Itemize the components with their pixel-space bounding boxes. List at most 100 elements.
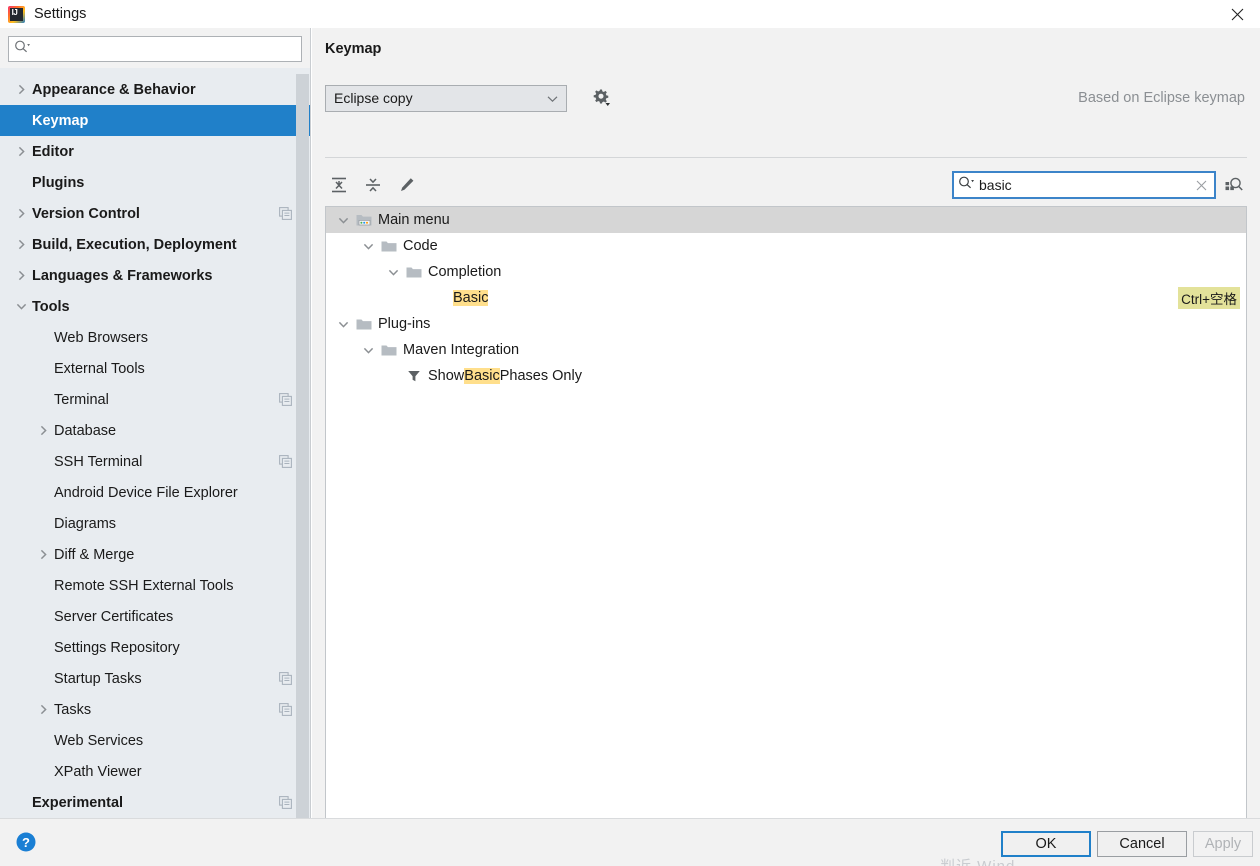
- ok-button[interactable]: OK: [1001, 831, 1091, 857]
- apply-button: Apply: [1193, 831, 1253, 857]
- window-title: Settings: [34, 6, 87, 22]
- chevron-down-icon[interactable]: [382, 267, 404, 278]
- sidebar-item-version-control[interactable]: Version Control: [0, 198, 310, 229]
- sidebar-item-label: SSH Terminal: [54, 453, 143, 470]
- sidebar-item-label: Appearance & Behavior: [32, 81, 196, 98]
- find-by-shortcut-icon[interactable]: [1221, 172, 1247, 198]
- sidebar-item-label: Database: [54, 422, 117, 439]
- keymap-toolbar: [325, 168, 1247, 202]
- sidebar-item-label: Diff & Merge: [54, 546, 135, 563]
- chevron-down-icon[interactable]: [357, 241, 379, 252]
- tree-row[interactable]: Plug-ins: [326, 311, 1246, 337]
- sidebar-item-external-tools[interactable]: External Tools: [0, 353, 310, 384]
- chevron-right-icon[interactable]: [10, 84, 32, 95]
- sidebar-item-appearance-behavior[interactable]: Appearance & Behavior: [0, 74, 310, 105]
- keymap-tree: Main menu Code Completion Basic Ctrl+空格 Plug-…: [325, 206, 1247, 836]
- main-menu-icon: [354, 213, 374, 227]
- sidebar-item-startup-tasks[interactable]: Startup Tasks: [0, 663, 310, 694]
- search-icon: [958, 175, 975, 195]
- sidebar-item-remote-ssh-external-tools[interactable]: Remote SSH External Tools: [0, 570, 310, 601]
- tree-row[interactable]: Code: [326, 233, 1246, 259]
- search-input[interactable]: [34, 40, 296, 58]
- sidebar-item-diff-merge[interactable]: Diff & Merge: [0, 539, 310, 570]
- help-question-icon[interactable]: ?: [13, 829, 39, 855]
- sidebar-item-plugins[interactable]: Plugins: [0, 167, 310, 198]
- sidebar-item-editor[interactable]: Editor: [0, 136, 310, 167]
- chevron-right-icon[interactable]: [32, 549, 54, 560]
- keymap-search-box[interactable]: [952, 171, 1216, 199]
- sidebar-item-web-browsers[interactable]: Web Browsers: [0, 322, 310, 353]
- chevron-down-icon[interactable]: [332, 215, 354, 226]
- folder-icon: [379, 239, 399, 253]
- chevron-down-icon: [547, 90, 558, 106]
- expand-all-icon[interactable]: [325, 171, 353, 199]
- chevron-down-icon[interactable]: [357, 345, 379, 356]
- folder-icon: [354, 317, 374, 331]
- sidebar-item-label: Plugins: [32, 174, 85, 191]
- sidebar-item-label: Tools: [32, 298, 70, 315]
- sidebar-item-tools[interactable]: Tools: [0, 291, 310, 322]
- folder-icon: [379, 343, 399, 357]
- keymap-select-value: Eclipse copy: [334, 90, 413, 106]
- clear-x-icon[interactable]: [1192, 176, 1210, 194]
- sidebar-nav-list: Appearance & Behavior Keymap Editor Plugins…: [0, 74, 310, 818]
- sidebar-item-web-services[interactable]: Web Services: [0, 725, 310, 756]
- cancel-button[interactable]: Cancel: [1097, 831, 1187, 857]
- tree-label-text: Maven Integration: [403, 342, 520, 358]
- chevron-right-icon[interactable]: [32, 704, 54, 715]
- close-icon[interactable]: [1214, 0, 1260, 28]
- sidebar-item-terminal[interactable]: Terminal: [0, 384, 310, 415]
- sidebar-item-settings-repository[interactable]: Settings Repository: [0, 632, 310, 663]
- chevron-down-icon[interactable]: [332, 319, 354, 330]
- sidebar-scrollbar-thumb[interactable]: [296, 74, 309, 504]
- search-input-box[interactable]: [8, 36, 302, 62]
- sidebar-item-xpath-viewer[interactable]: XPath Viewer: [0, 756, 310, 787]
- collapse-all-icon[interactable]: [359, 171, 387, 199]
- sidebar-item-label: Settings Repository: [54, 639, 180, 656]
- sidebar-item-languages-frameworks[interactable]: Languages & Frameworks: [0, 260, 310, 291]
- sidebar-item-tasks[interactable]: Tasks: [0, 694, 310, 725]
- chevron-right-icon[interactable]: [10, 146, 32, 157]
- sidebar-item-experimental[interactable]: Experimental: [0, 787, 310, 818]
- tree-row[interactable]: Basic Ctrl+空格: [326, 285, 1246, 311]
- tree-label-match-highlight: Basic: [464, 368, 500, 384]
- keymap-search-input[interactable]: [977, 176, 1192, 194]
- tree-row[interactable]: Completion: [326, 259, 1246, 285]
- tree-label-text: Phases Only: [499, 368, 582, 384]
- logo-text: IJ: [11, 7, 18, 17]
- svg-text:?: ?: [22, 835, 30, 850]
- sidebar-item-label: Terminal: [54, 391, 109, 408]
- folder-icon: [404, 265, 424, 279]
- project-scope-badge-icon: [279, 672, 292, 685]
- sidebar-item-diagrams[interactable]: Diagrams: [0, 508, 310, 539]
- tree-label-text: Show: [428, 368, 465, 384]
- chevron-down-icon[interactable]: [10, 301, 32, 312]
- sidebar-item-label: Server Certificates: [54, 608, 174, 625]
- tree-row[interactable]: Show Basic Phases Only: [326, 363, 1246, 389]
- sidebar-item-build-execution-deployment[interactable]: Build, Execution, Deployment: [0, 229, 310, 260]
- search-icon: [14, 39, 31, 59]
- chevron-right-icon[interactable]: [10, 208, 32, 219]
- sidebar-item-server-certificates[interactable]: Server Certificates: [0, 601, 310, 632]
- sidebar-item-database[interactable]: Database: [0, 415, 310, 446]
- settings-dialog: IJ Settings Appearance & Behavior Keymap E…: [0, 0, 1260, 866]
- intellij-idea-logo-icon: IJ: [8, 5, 25, 23]
- sidebar-scrollbar-track[interactable]: [296, 74, 309, 818]
- tree-row[interactable]: Main menu: [326, 207, 1246, 233]
- sidebar-item-label: Startup Tasks: [54, 670, 142, 687]
- chevron-right-icon[interactable]: [10, 239, 32, 250]
- sidebar-item-label: Remote SSH External Tools: [54, 577, 234, 594]
- tree-row[interactable]: Maven Integration: [326, 337, 1246, 363]
- chevron-right-icon[interactable]: [10, 270, 32, 281]
- pencil-edit-icon[interactable]: [393, 171, 421, 199]
- based-on-label: Based on Eclipse keymap: [1078, 90, 1245, 106]
- sidebar-item-android-device-file-explorer[interactable]: Android Device File Explorer: [0, 477, 310, 508]
- gear-icon[interactable]: [588, 85, 614, 111]
- sidebar-item-keymap[interactable]: Keymap: [0, 105, 310, 136]
- page-title: Keymap: [325, 41, 382, 57]
- sidebar-item-ssh-terminal[interactable]: SSH Terminal: [0, 446, 310, 477]
- chevron-right-icon[interactable]: [32, 425, 54, 436]
- project-scope-badge-icon: [279, 455, 292, 468]
- sidebar-item-label: Keymap: [32, 112, 89, 129]
- keymap-select[interactable]: Eclipse copy: [325, 84, 567, 112]
